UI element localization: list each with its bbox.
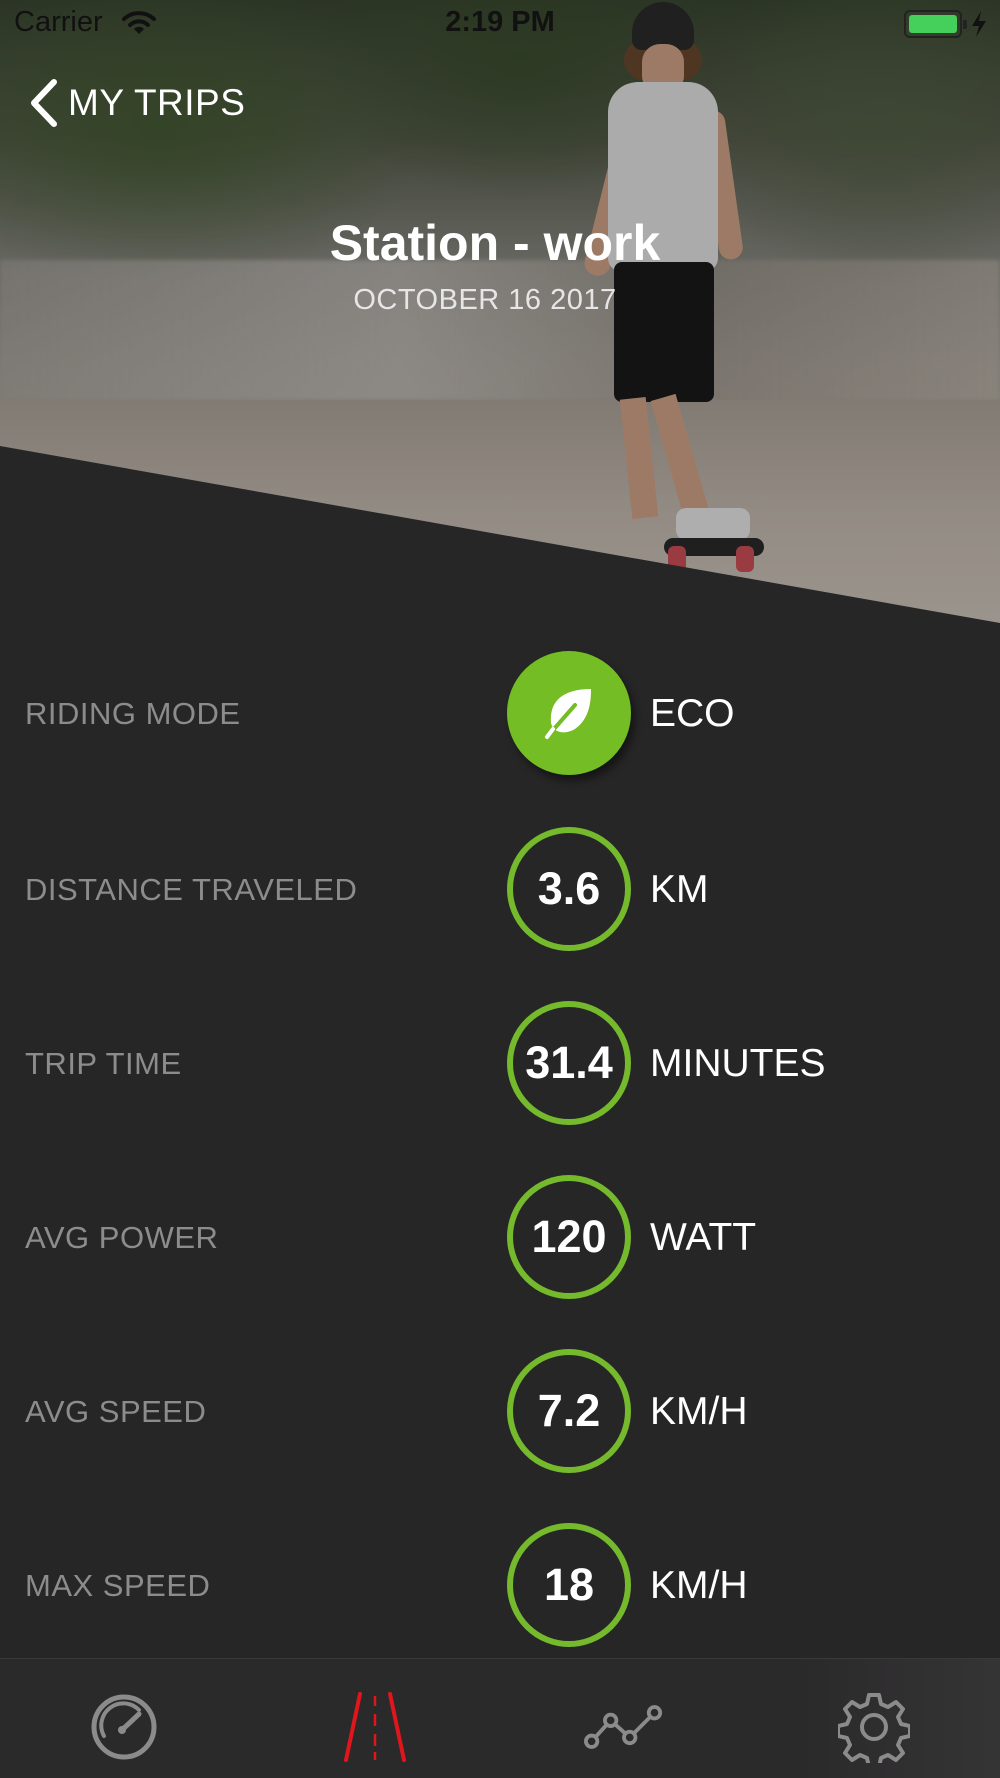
stat-value-ring: 7.2 <box>507 1349 631 1473</box>
stat-trip-time: TRIP TIME 31.4 MINUTES <box>0 998 1000 1128</box>
speedometer-icon <box>91 1694 157 1760</box>
stat-unit: WATT <box>650 1216 757 1259</box>
back-button-label: MY TRIPS <box>68 82 246 123</box>
stat-value-ring: 18 <box>507 1523 631 1647</box>
stat-unit: MINUTES <box>650 1042 826 1085</box>
riding-mode-badge <box>507 651 631 775</box>
trip-date: OCTOBER 16 2017 <box>353 284 617 316</box>
road-icon <box>344 1692 406 1762</box>
tab-speedometer[interactable] <box>84 1687 164 1767</box>
stat-label: AVG POWER <box>25 1220 219 1255</box>
status-time: 2:19 PM <box>445 6 555 38</box>
leaf-icon <box>545 689 591 739</box>
tab-trips[interactable] <box>335 1687 415 1767</box>
stat-unit: KM/H <box>650 1564 748 1607</box>
stats-graph-icon <box>584 1705 663 1749</box>
stat-label: AVG SPEED <box>25 1394 207 1429</box>
trip-title: Station - work <box>329 215 661 271</box>
settings-gear-icon <box>838 1693 910 1763</box>
stat-unit: ECO <box>650 692 735 735</box>
status-bar: Carrier 2:19 PM <box>0 0 1000 50</box>
stat-distance-traveled: DISTANCE TRAVELED 3.6 KM <box>0 824 1000 954</box>
tab-stats[interactable] <box>584 1687 664 1767</box>
stat-riding-mode: RIDING MODE ECO <box>0 648 1000 778</box>
stat-unit: KM/H <box>650 1390 748 1433</box>
stat-value-ring: 3.6 <box>507 827 631 951</box>
stat-avg-speed: AVG SPEED 7.2 KM/H <box>0 1346 1000 1476</box>
stat-label: DISTANCE TRAVELED <box>25 872 358 907</box>
battery-icon <box>904 10 967 38</box>
stat-value-ring: 120 <box>507 1175 631 1299</box>
stat-value-ring: 31.4 <box>507 1001 631 1125</box>
stat-label: MAX SPEED <box>25 1568 211 1603</box>
chevron-left-icon <box>31 79 57 127</box>
stat-label: TRIP TIME <box>25 1046 182 1081</box>
stat-avg-power: AVG POWER 120 WATT <box>0 1172 1000 1302</box>
tab-bar <box>0 1658 1000 1778</box>
tab-settings[interactable] <box>834 1687 914 1767</box>
charging-bolt-icon <box>972 11 986 37</box>
stat-max-speed: MAX SPEED 18 KM/H <box>0 1520 1000 1650</box>
stat-label: RIDING MODE <box>25 696 241 731</box>
stat-unit: KM <box>650 868 709 911</box>
back-button[interactable]: MY TRIPS <box>28 78 245 128</box>
